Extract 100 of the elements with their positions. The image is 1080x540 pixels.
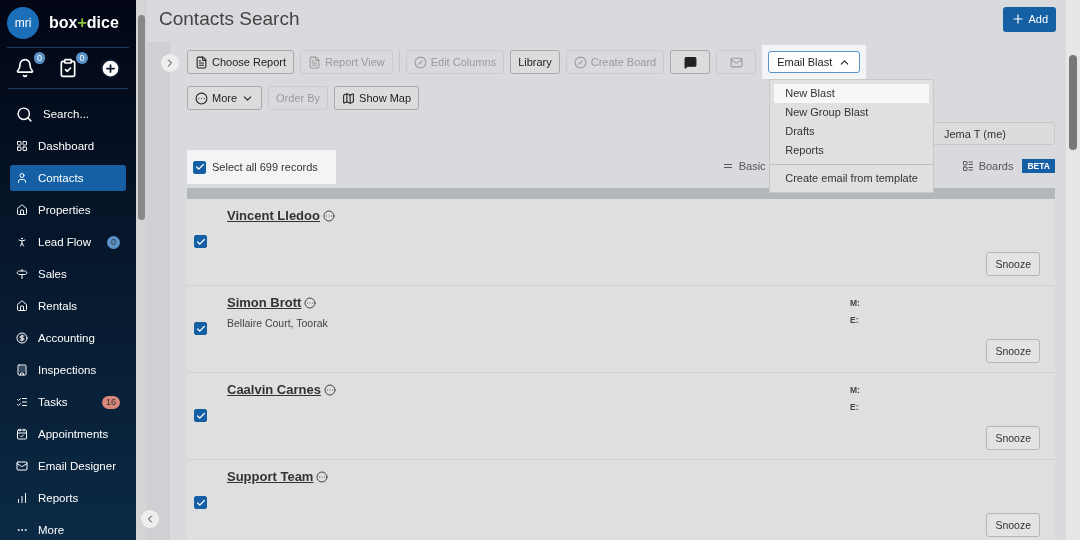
nav-item[interactable]: Properties [10,197,126,223]
nav-label: Inspections [38,364,97,376]
more-icon[interactable] [316,470,329,483]
mail-icon [729,55,743,69]
toolbar-button[interactable]: Library [510,50,560,74]
nav-item[interactable]: Contacts [10,165,126,191]
view-tab[interactable]: Basic [721,156,766,178]
nav-item[interactable]: Inspections [10,357,126,383]
email-blast-dropdown[interactable]: Email Blast [768,51,861,73]
owner-field[interactable]: Jema T (me) [931,122,1055,145]
board-icon [961,160,974,172]
nav-label: Reports [38,492,79,504]
field-label: M: [850,384,861,397]
document-icon [195,55,208,69]
count-badge: 16 [102,395,120,409]
contact-address: Bellaire Court, Toorak [227,317,329,329]
map-icon [342,91,356,105]
expand-button[interactable] [161,54,179,72]
field-label: E: [850,401,860,414]
nav-label: Tasks [38,396,68,408]
nav-icon [16,492,28,504]
nav-item[interactable]: Lead Flow 0 [10,229,126,255]
contact-name-link[interactable]: Support Team [227,469,314,484]
more-icon[interactable] [304,296,317,309]
nav-icon [16,460,28,472]
row-checkbox[interactable] [194,322,207,335]
snooze-button[interactable]: Snooze [986,513,1040,537]
toolbar-button[interactable]: More [187,86,263,110]
nav-icon [16,172,28,184]
toolbar-button[interactable]: Show Map [334,86,420,110]
nav-label: Appointments [38,428,109,440]
menu-item[interactable]: Create email from template [774,169,930,188]
nav-icon [16,332,28,344]
page-title: Contacts Search [159,8,300,30]
nav-item[interactable]: More [10,517,126,540]
nav-label: Email Designer [38,460,116,472]
menu-item[interactable]: Reports [774,141,930,160]
nav-icon [16,140,28,152]
view-tab[interactable]: Boards BETA [961,156,1055,178]
row-checkbox[interactable] [194,496,207,509]
chat-icon [683,55,697,69]
count-badge: 0 [107,235,120,249]
nav-label: More [38,524,65,536]
nav-label: Lead Flow [38,236,92,248]
contact-name-link[interactable]: Vincent Lledoo [227,208,320,223]
nav-label: Search... [43,108,90,120]
menu-item[interactable]: New Group Blast [774,103,930,122]
nav-label: Properties [38,204,91,216]
toolbar-button[interactable]: Choose Report [187,50,294,74]
nav-item[interactable]: Accounting [10,325,126,351]
select-all-checkbox[interactable] [193,160,206,174]
logo: mri [7,7,39,39]
brand-name: box+dice [49,14,119,32]
chat-button[interactable] [670,50,711,74]
nav-item[interactable]: Reports [10,485,126,511]
notification-count: 0 [34,52,45,64]
select-all-label: Select all 699 records [212,161,318,173]
nav-label: Sales [38,268,67,280]
nav-icon [16,396,28,408]
add-icon[interactable] [100,58,121,79]
nav-icon [16,236,28,248]
menu-item[interactable]: New Blast [774,84,930,103]
slash-circle-icon [413,55,427,69]
nav-icon [16,428,28,440]
snooze-button[interactable]: Snooze [986,426,1040,450]
menu-item[interactable]: Drafts [774,122,930,141]
more-icon[interactable] [322,209,335,222]
nav-item[interactable]: Email Designer [10,453,126,479]
field-label: M: [850,297,861,310]
nav-item[interactable]: Dashboard [10,133,126,159]
contact-name-link[interactable]: Simon Brott [227,295,302,310]
nav-label: Rentals [38,300,77,312]
nav-item[interactable]: Tasks 16 [10,389,126,415]
more-icon [195,91,208,105]
row-checkbox[interactable] [194,235,207,248]
nav-item[interactable]: Search... [10,101,126,127]
nav-label: Dashboard [38,140,95,152]
scrollbar-thumb[interactable] [138,15,145,220]
scrollbar-thumb[interactable] [1069,55,1077,150]
slash-circle-icon [573,55,587,69]
notification-bell-icon[interactable] [15,58,35,78]
nav-icon [16,300,28,312]
nav-icon [16,364,28,376]
plus-icon [1011,12,1026,26]
snooze-button[interactable]: Snooze [986,339,1040,363]
more-icon[interactable] [323,383,336,396]
nav-item[interactable]: Appointments [10,421,126,447]
nav-item[interactable]: Rentals [10,293,126,319]
search-icon [16,105,33,123]
contact-name-link[interactable]: Caalvin Carnes [227,382,321,397]
field-label: E: [850,314,860,327]
nav-item[interactable]: Sales [10,261,126,287]
nav-label: Accounting [38,332,95,344]
document-icon [308,55,321,69]
task-count: 0 [76,52,88,64]
nav-icon [16,268,28,280]
row-checkbox[interactable] [194,409,207,422]
snooze-button[interactable]: Snooze [986,252,1040,276]
add-button[interactable]: Add [1003,6,1056,32]
nav-icon [16,204,28,216]
